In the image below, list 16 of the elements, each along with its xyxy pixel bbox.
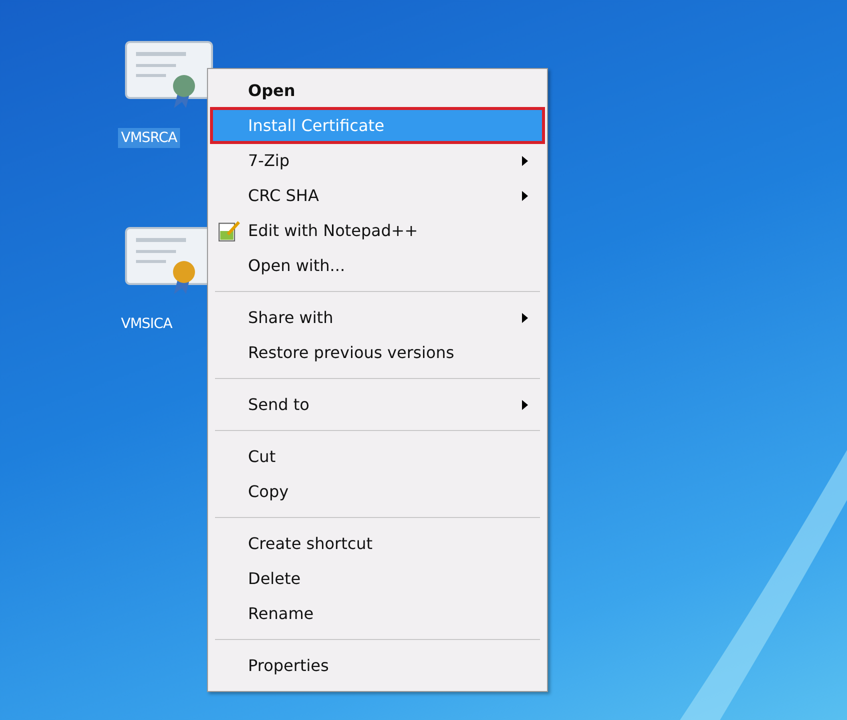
menu-item[interactable]: Share with — [211, 300, 544, 335]
menu-item[interactable]: Delete — [211, 561, 544, 596]
menu-item[interactable]: CRC SHA — [211, 178, 544, 213]
menu-item[interactable]: Open — [211, 73, 544, 108]
menu-item[interactable]: Copy — [211, 474, 544, 509]
menu-item[interactable]: Properties — [211, 648, 544, 683]
menu-item[interactable]: Rename — [211, 596, 544, 631]
file-name[interactable]: VMSICA — [118, 314, 176, 334]
menu-item[interactable]: Create shortcut — [211, 526, 544, 561]
menu-item[interactable]: Send to — [211, 387, 544, 422]
menu-item[interactable]: Cut — [211, 439, 544, 474]
menu-item[interactable]: Edit with Notepad++ — [211, 213, 544, 248]
menu-item[interactable]: Open with... — [211, 248, 544, 283]
certificate-icon[interactable] — [124, 40, 214, 110]
menu-item[interactable]: Restore previous versions — [211, 335, 544, 370]
menu-item[interactable]: 7-Zip — [211, 143, 544, 178]
